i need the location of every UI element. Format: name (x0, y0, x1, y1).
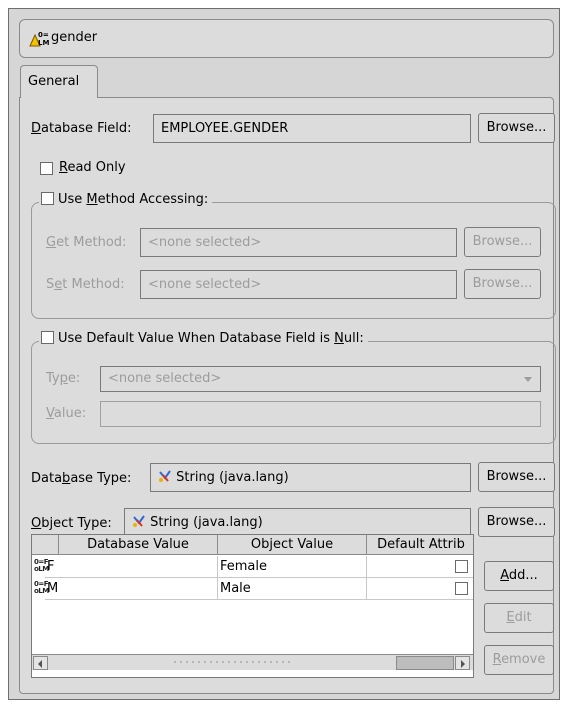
table-cell-database-value[interactable]: M (45, 578, 218, 600)
mapping-header: 0=F LM gender (19, 19, 554, 58)
add-button[interactable]: Add... (484, 561, 554, 591)
java-class-icon (159, 470, 171, 482)
tab-general[interactable]: General (20, 65, 98, 98)
read-only-checkbox[interactable] (40, 162, 53, 175)
svg-text:0=F: 0=F (38, 31, 49, 39)
get-method-input[interactable]: <none selected> (140, 228, 457, 257)
value-input[interactable] (100, 401, 541, 427)
remove-button[interactable]: Remove (484, 645, 554, 675)
object-type-input[interactable]: String (java.lang) (124, 508, 471, 537)
object-type-browse-button[interactable]: Browse... (478, 507, 555, 537)
object-type-value: String (java.lang) (150, 515, 263, 530)
default-value-legend: Use Default Value When Database Field is… (39, 331, 368, 349)
use-default-value-label: Use Default Value When Database Field is… (58, 331, 364, 346)
scroll-left-icon[interactable] (33, 656, 48, 670)
method-accessing-group (31, 202, 556, 319)
database-type-browse-button[interactable]: Browse... (478, 462, 555, 492)
scroll-track-dots (172, 659, 292, 665)
value-label: Value: (46, 406, 87, 421)
chevron-down-icon (524, 377, 532, 382)
table-cell-database-value[interactable]: F (45, 556, 218, 578)
database-type-label: Database Type: (31, 471, 132, 486)
use-default-value-checkbox[interactable] (41, 331, 54, 344)
table-cell-default[interactable] (367, 556, 473, 578)
table-corner-header (32, 535, 59, 555)
scroll-right-icon[interactable] (455, 656, 470, 670)
read-only-label: Read Only (59, 160, 126, 175)
use-method-accessing-checkbox[interactable] (41, 192, 54, 205)
mapping-title: gender (51, 30, 98, 45)
svg-text:LM: LM (38, 39, 49, 47)
database-field-label: Database Field: (31, 121, 132, 136)
object-type-label: Object Type: (31, 516, 112, 531)
default-value-group (31, 341, 556, 444)
column-header-object-value[interactable]: Object Value (218, 535, 367, 555)
java-class-icon (133, 515, 145, 527)
database-field-input[interactable]: EMPLOYEE.GENDER (153, 114, 471, 143)
column-header-database-value[interactable]: Database Value (59, 535, 218, 555)
method-accessing-legend: Use Method Accessing: (39, 192, 213, 210)
mapping-icon: 0=F LM (29, 29, 54, 47)
default-attribute-checkbox[interactable] (455, 582, 468, 595)
type-select-value: <none selected> (108, 371, 222, 386)
tab-general-label: General (28, 74, 80, 89)
get-method-label: Get Method: (46, 235, 127, 250)
database-type-input[interactable]: String (java.lang) (150, 463, 471, 492)
set-method-browse-button[interactable]: Browse... (464, 269, 541, 299)
use-method-accessing-label: Use Method Accessing: (58, 192, 209, 207)
type-label: Type: (46, 371, 81, 386)
horizontal-scrollbar[interactable] (32, 654, 473, 670)
edit-button[interactable]: Edit (484, 603, 554, 633)
scroll-thumb[interactable] (396, 656, 454, 670)
type-select[interactable]: <none selected> (100, 366, 541, 392)
set-method-input[interactable]: <none selected> (140, 270, 457, 299)
default-attribute-checkbox[interactable] (455, 560, 468, 573)
value-mapping-table: Database Value Object Value Default Attr… (31, 534, 474, 678)
table-cell-object-value[interactable]: Male (218, 578, 367, 600)
table-cell-object-value[interactable]: Female (218, 556, 367, 578)
get-method-browse-button[interactable]: Browse... (464, 227, 541, 257)
set-method-label: Set Method: (46, 277, 125, 292)
table-cell-default[interactable] (367, 578, 473, 600)
column-header-default-attribute[interactable]: Default Attrib (367, 535, 473, 555)
database-field-browse-button[interactable]: Browse... (478, 113, 555, 143)
database-type-value: String (java.lang) (176, 470, 289, 485)
